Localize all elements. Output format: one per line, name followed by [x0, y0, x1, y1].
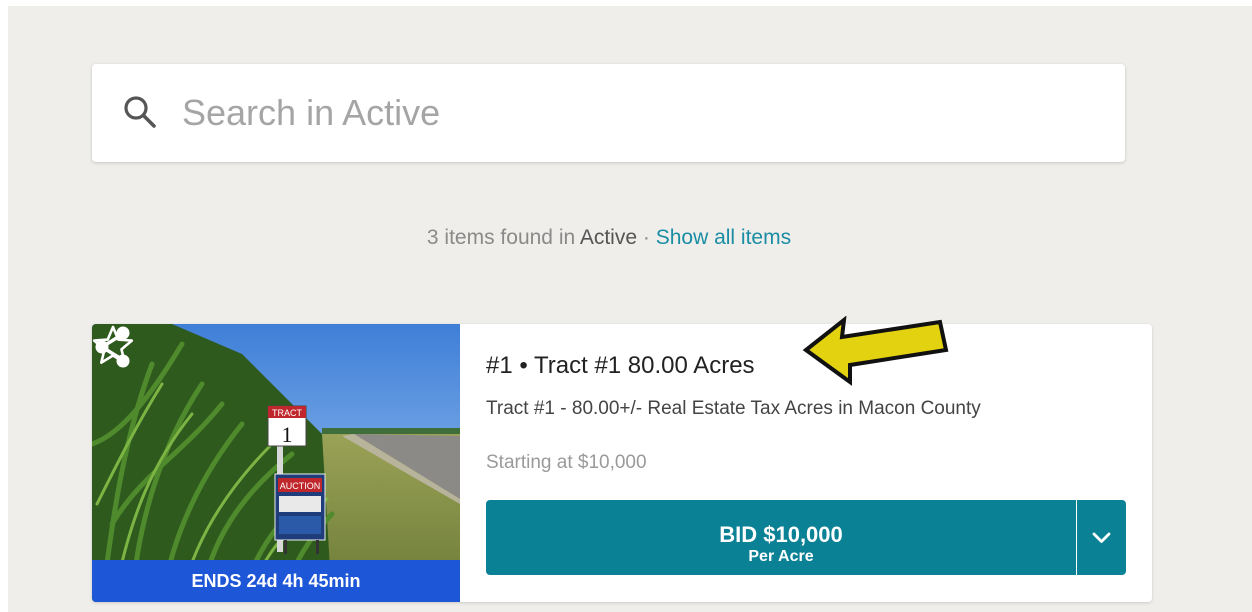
lot-card[interactable]: TRACT 1 AUCTION ENDS 24d 4h 45min #1 • T…	[92, 324, 1152, 602]
bid-unit-label: Per Acre	[748, 548, 814, 565]
results-count-text: 3 items found in	[426, 226, 580, 249]
annotation-arrow-icon	[802, 316, 949, 386]
bid-button[interactable]: BID $10,000 Per Acre	[486, 500, 1076, 575]
lot-title[interactable]: #1 • Tract #1 80.00 Acres	[486, 352, 755, 380]
share-icon[interactable]	[92, 324, 134, 370]
lot-description: Tract #1 - 80.00+/- Real Estate Tax Acre…	[486, 398, 981, 419]
results-summary: 3 items found in Active · Show all items	[0, 226, 1218, 250]
results-category: Active	[579, 226, 638, 249]
auction-ends-countdown: ENDS 24d 4h 45min	[92, 560, 460, 602]
lot-photo[interactable]: TRACT 1 AUCTION ENDS 24d 4h 45min	[92, 324, 460, 602]
bid-options-dropdown[interactable]	[1077, 500, 1126, 575]
photo-sign-label: TRACT	[272, 408, 302, 418]
photo-banner-text: AUCTION	[280, 481, 321, 491]
starting-price: Starting at $10,000	[486, 452, 647, 473]
screenshot-frame: 3 items found in Active · Show all items	[0, 0, 1252, 612]
show-all-items-link[interactable]: Show all items	[656, 226, 791, 249]
photo-sign-number: 1	[282, 422, 293, 447]
search-icon	[124, 96, 156, 128]
search-input[interactable]	[182, 86, 1082, 140]
results-separator: ·	[637, 226, 656, 249]
chevron-down-icon	[1092, 532, 1111, 543]
bid-amount-label: BID $10,000	[719, 522, 843, 547]
